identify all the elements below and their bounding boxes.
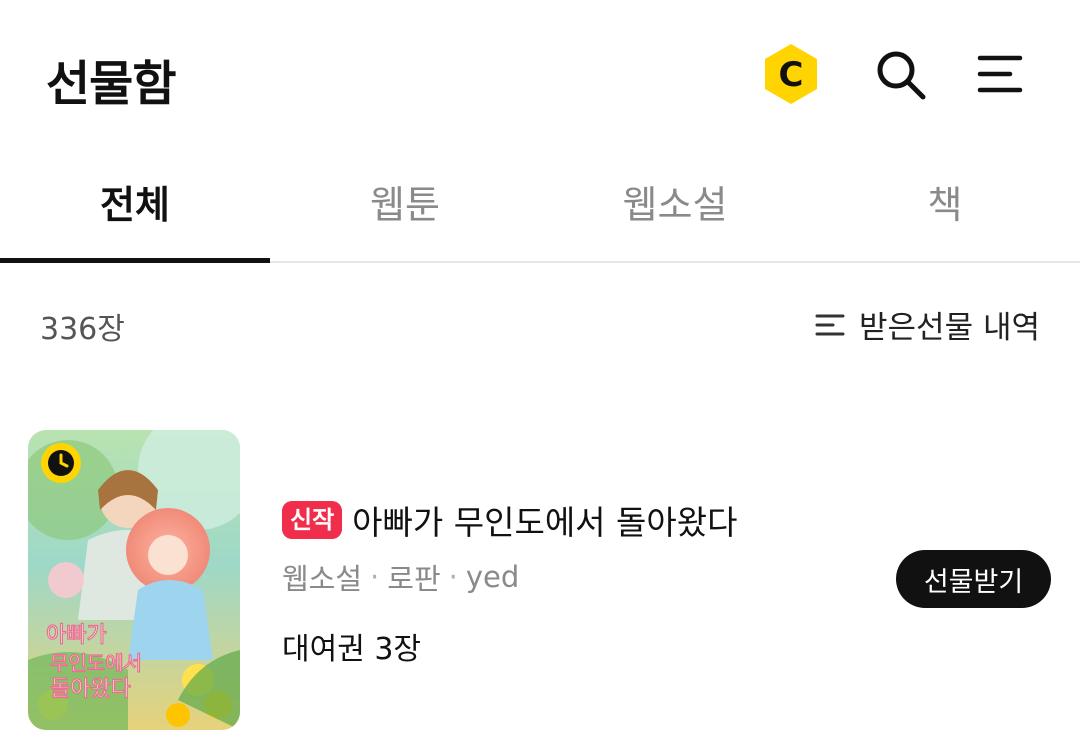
receive-gift-button[interactable]: 선물받기 [896,550,1051,608]
ticket-info: 대여권 3장 [282,632,422,667]
item-category: 웹소설 [282,562,363,596]
history-label: 받은선물 내역 [859,310,1040,346]
tab-all[interactable]: 전체 [0,150,270,263]
svg-text:돌아왔다: 돌아왔다 [50,677,131,702]
svg-text:무인도에서: 무인도에서 [50,651,142,675]
item-author: yed [465,560,520,594]
received-gift-history-link[interactable]: 받은선물 내역 [815,302,1040,347]
cover-image[interactable]: 아빠가 무인도에서 돌아왔다 [28,430,240,730]
app-header: 선물함 C [0,0,1080,150]
new-badge: 신작 [282,501,343,539]
category-tabs: 전체 웹툰 웹소설 책 [0,150,1080,263]
cover-title-art: 아빠가 [46,623,107,648]
gift-list-item[interactable]: 아빠가 무인도에서 돌아왔다 신작 아빠가 무인도에서 돌아왔다 웹소설 · 로… [0,428,1080,734]
page-title: 선물함 [46,56,176,112]
item-title-row[interactable]: 신작 아빠가 무인도에서 돌아왔다 [282,496,737,544]
tab-book[interactable]: 책 [810,150,1080,261]
menu-icon[interactable] [976,54,1026,96]
tab-webnovel[interactable]: 웹소설 [540,150,810,261]
search-icon[interactable] [874,48,928,102]
item-meta: 웹소설 · 로판 · yed [282,556,519,598]
gift-count: 336장 [40,312,125,347]
coin-letter: C [779,55,804,95]
meta-separator: · [370,560,380,594]
work-title[interactable]: 아빠가 무인도에서 돌아왔다 [352,496,737,544]
filter-list-icon [815,314,845,335]
item-genre: 로판 [387,562,441,596]
meta-separator: · [448,560,458,594]
clock-icon [41,443,81,483]
tab-webtoon[interactable]: 웹툰 [270,150,540,261]
coin-icon[interactable]: C [762,42,820,106]
